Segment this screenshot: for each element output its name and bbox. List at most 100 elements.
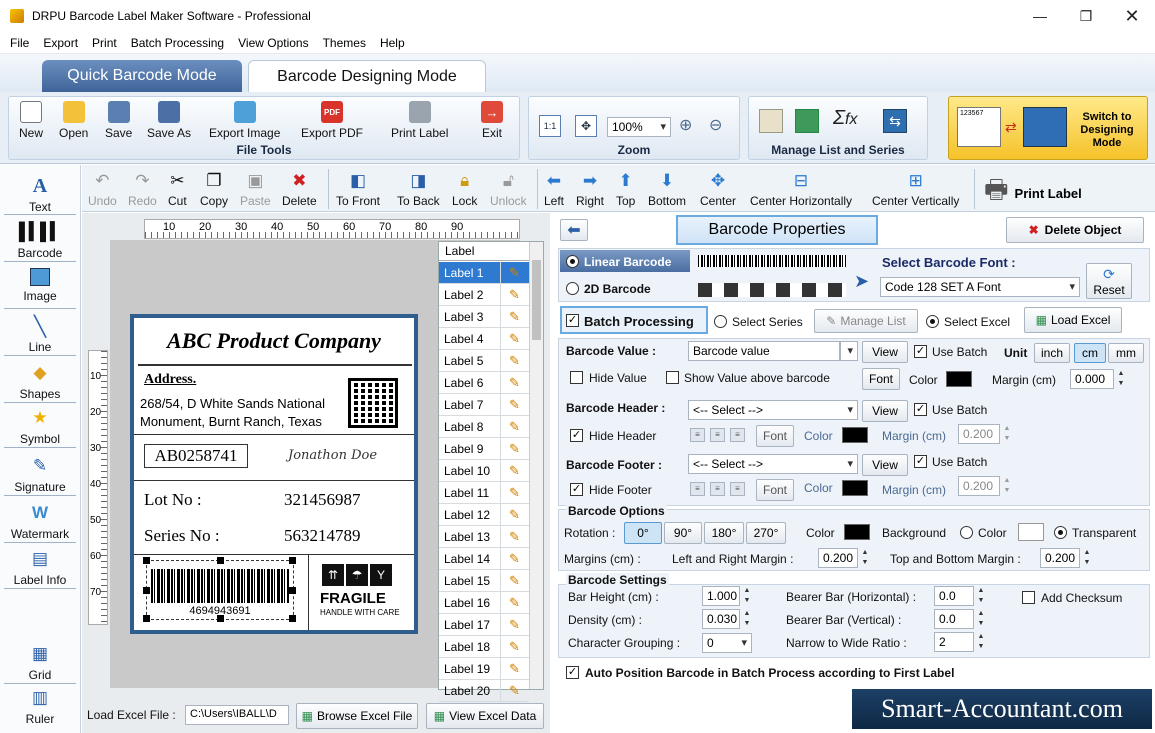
header-font-button[interactable]: Font xyxy=(756,425,794,447)
undo-button[interactable]: ↶ Undo xyxy=(88,171,117,208)
manage-list-button[interactable]: ✎ Manage List xyxy=(814,309,918,333)
align-bottom-button[interactable]: ⬇ Bottom xyxy=(648,171,686,208)
pencil-icon[interactable]: ✎ xyxy=(509,507,520,523)
menu-batch-processing[interactable]: Batch Processing xyxy=(131,36,224,50)
label-list-item[interactable]: Label 17 ✎ xyxy=(439,613,529,636)
menu-export[interactable]: Export xyxy=(43,36,78,50)
align-left-icon[interactable]: ≡ xyxy=(690,428,705,442)
label-list-item[interactable]: Label 11 ✎ xyxy=(439,481,529,504)
label-list-item[interactable]: Label 12 ✎ xyxy=(439,503,529,526)
series-icon[interactable]: ⇆ xyxy=(883,109,907,133)
footer-view-button[interactable]: View xyxy=(862,454,908,476)
label-list-item[interactable]: Label 19 ✎ xyxy=(439,657,529,680)
back-arrow-button[interactable]: ⬅ xyxy=(560,219,588,241)
pencil-icon[interactable]: ✎ xyxy=(509,529,520,545)
exit-button[interactable]: → Exit xyxy=(481,101,503,140)
paste-button[interactable]: ▣ Paste xyxy=(240,171,271,208)
label-list-item[interactable]: Label 6 ✎ xyxy=(439,371,529,394)
to-front-button[interactable]: ◧ To Front xyxy=(336,171,380,208)
bearer-v-spinner[interactable]: ▲ ▼ xyxy=(975,609,987,629)
sidebar-item-signature[interactable]: ✎ Signature xyxy=(0,455,80,494)
save-as-button[interactable]: Save As xyxy=(147,101,191,140)
label-list-scrollbar[interactable] xyxy=(529,242,543,689)
tab-barcode-designing-mode[interactable]: Barcode Designing Mode xyxy=(248,60,486,92)
label-card[interactable]: ABC Product Company Address. 268/54, D W… xyxy=(130,314,418,634)
value-color-swatch[interactable] xyxy=(946,371,972,387)
print-label-ribbon-button[interactable]: Print Label xyxy=(391,101,448,140)
sidebar-item-watermark[interactable]: W Watermark xyxy=(0,502,80,541)
sidebar-item-line[interactable]: ╲ Line xyxy=(0,315,80,355)
edit-list-icon[interactable] xyxy=(759,109,783,133)
code-box[interactable]: AB0258741 xyxy=(144,444,248,468)
barcode-value-input[interactable]: Barcode value xyxy=(688,341,840,361)
pencil-icon[interactable]: ✎ xyxy=(509,287,520,303)
menu-print[interactable]: Print xyxy=(92,36,117,50)
zoom-out-icon[interactable]: ⊖ xyxy=(709,115,722,135)
lot-value[interactable]: 321456987 xyxy=(284,490,361,510)
save-button[interactable]: Save xyxy=(105,101,132,140)
add-checksum-checkbox[interactable] xyxy=(1022,591,1035,604)
lr-margin-input[interactable]: 0.200 xyxy=(818,548,858,568)
label-list-item[interactable]: Label 8 ✎ xyxy=(439,415,529,438)
handle-with-care-text[interactable]: HANDLE WITH CARE xyxy=(320,608,400,617)
browse-excel-button[interactable]: ▦ Browse Excel File xyxy=(296,703,418,729)
lot-label[interactable]: Lot No : xyxy=(144,490,202,510)
label-list-item[interactable]: Label 18 ✎ xyxy=(439,635,529,658)
auto-position-checkbox[interactable]: ✓ xyxy=(566,666,579,679)
header-view-button[interactable]: View xyxy=(862,400,908,422)
footer-margin-spinner[interactable]: ▲ ▼ xyxy=(1001,476,1013,496)
address-title[interactable]: Address. xyxy=(144,372,196,388)
center-horizontally-button[interactable]: ⊟ Center Horizontally xyxy=(750,171,852,208)
rotation-270-button[interactable]: 270° xyxy=(746,522,786,544)
density-input[interactable]: 0.030 xyxy=(702,609,740,629)
footer-use-batch-checkbox[interactable]: ✓ xyxy=(914,455,927,468)
menu-view-options[interactable]: View Options xyxy=(238,36,308,50)
address-line-1[interactable]: 268/54, D White Sands National xyxy=(140,396,325,411)
bearer-h-input[interactable]: 0.0 xyxy=(934,586,974,606)
header-select[interactable]: <-- Select --> xyxy=(688,400,858,420)
density-spinner[interactable]: ▲ ▼ xyxy=(741,609,753,629)
pencil-icon[interactable]: ✎ xyxy=(509,573,520,589)
bar-height-spinner[interactable]: ▲ ▼ xyxy=(741,586,753,606)
label-list-item[interactable]: Label 16 ✎ xyxy=(439,591,529,614)
excel-path-input[interactable]: C:\Users\IBALL\D xyxy=(185,705,289,725)
ratio-input[interactable]: 2 xyxy=(934,632,974,652)
label-list-item[interactable]: Label 2 ✎ xyxy=(439,283,529,306)
unit-cm-button[interactable]: cm xyxy=(1074,343,1106,363)
fit-window-icon[interactable]: ✥ xyxy=(575,115,597,137)
sidebar-item-label-info[interactable]: ▤ Label Info xyxy=(0,548,80,587)
barcode-value-view-button[interactable]: View xyxy=(862,341,908,363)
label-list-item[interactable]: Label 10 ✎ xyxy=(439,459,529,482)
label-list-item[interactable]: Label 13 ✎ xyxy=(439,525,529,548)
rotation-180-button[interactable]: 180° xyxy=(704,522,744,544)
label-list-item[interactable]: Label 3 ✎ xyxy=(439,305,529,328)
rotation-90-button[interactable]: 90° xyxy=(664,522,702,544)
redo-button[interactable]: ↷ Redo xyxy=(128,171,157,208)
tab-quick-barcode-mode[interactable]: Quick Barcode Mode xyxy=(42,60,242,92)
label-list-item[interactable]: Label 14 ✎ xyxy=(439,547,529,570)
footer-align-right-icon[interactable]: ≡ xyxy=(730,482,745,496)
select-series-radio[interactable] xyxy=(714,315,727,328)
cut-button[interactable]: ✂ Cut xyxy=(168,171,187,208)
ratio-spinner[interactable]: ▲ ▼ xyxy=(975,632,987,652)
reset-button[interactable]: ⟳ Reset xyxy=(1086,263,1132,299)
center-vertically-button[interactable]: ⊞ Center Vertically xyxy=(872,171,959,208)
options-color-swatch[interactable] xyxy=(844,524,870,540)
align-center-button[interactable]: ✥ Center xyxy=(700,171,736,208)
pencil-icon[interactable]: ✎ xyxy=(509,375,520,391)
bar-height-input[interactable]: 1.000 xyxy=(702,586,740,606)
pencil-icon[interactable]: ✎ xyxy=(509,639,520,655)
sidebar-item-shapes[interactable]: ◆ Shapes xyxy=(0,362,80,401)
minimize-button[interactable]: — xyxy=(1017,0,1063,32)
value-margin-spinner[interactable]: ▲ ▼ xyxy=(1115,369,1127,389)
series-value[interactable]: 563214789 xyxy=(284,526,361,546)
sidebar-item-symbol[interactable]: ★ Symbol xyxy=(0,407,80,446)
sidebar-item-grid[interactable]: ▦ Grid xyxy=(0,643,80,682)
pencil-icon[interactable]: ✎ xyxy=(509,331,520,347)
pencil-icon[interactable]: ✎ xyxy=(509,353,520,369)
header-use-batch-checkbox[interactable]: ✓ xyxy=(914,403,927,416)
pencil-icon[interactable]: ✎ xyxy=(509,661,520,677)
sidebar-item-ruler[interactable]: ▥ Ruler xyxy=(0,687,80,726)
hide-header-checkbox[interactable]: ✓ xyxy=(570,429,583,442)
barcode-value-dropdown[interactable] xyxy=(840,341,858,361)
